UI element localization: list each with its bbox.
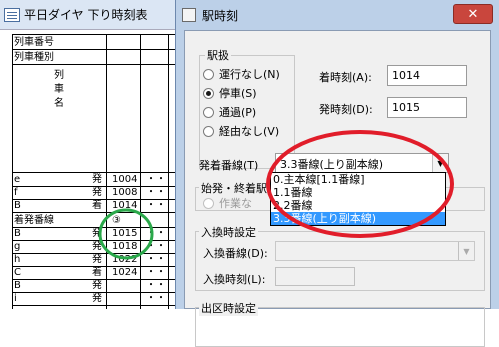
dots-cell: ・・ [146, 293, 166, 304]
kind-cell: 発 [92, 254, 102, 265]
radio-no-work[interactable]: 作業な [203, 195, 252, 211]
time-cell: 1014 [112, 200, 138, 211]
time-cell: ③ [112, 215, 121, 226]
timetable-title: 平日ダイヤ 下り時刻表 [24, 8, 148, 22]
dots-cell: ・・ [146, 174, 166, 185]
row-divider [12, 186, 200, 187]
track-select[interactable]: 3.3番線(上り副本線) ▼ [275, 153, 449, 173]
station-cell: f [14, 187, 18, 198]
station-cell: C [14, 267, 21, 278]
train-name-label-2: 車 [54, 84, 64, 95]
radio-dot-icon [203, 125, 214, 137]
radio-pass[interactable]: 通過(P) [203, 104, 256, 120]
timetable-titlebar: 平日ダイヤ 下り時刻表 [0, 0, 200, 30]
transfer-track-label: 入換番線(D): [203, 247, 268, 260]
depot-label: 出区時設定 [199, 300, 258, 316]
kind-cell: 発 [92, 280, 102, 291]
radio-dot-icon [203, 197, 214, 209]
station-cell: 着発番線 [14, 215, 54, 226]
time-cell: 1015 [112, 228, 138, 239]
track-option-selected[interactable]: 3.3番線(上り副本線) [271, 212, 445, 225]
depart-time-label: 発時刻(D): [319, 103, 373, 116]
radio-dot-icon [203, 87, 214, 99]
time-cell: 1024 [112, 267, 138, 278]
time-cell: 1018 [112, 241, 138, 252]
dialog-titlebar: 駅時刻 [176, 0, 499, 30]
dots-cell: ・・ [146, 241, 166, 252]
dots-cell: ・・ [146, 200, 166, 211]
train-type-header: 列車種別 [14, 52, 54, 63]
dots-cell: ・・ [146, 267, 166, 278]
track-option[interactable]: 1.1番線 [271, 186, 445, 199]
chevron-down-icon[interactable]: ▼ [432, 154, 448, 172]
station-time-dialog: 駅時刻 ✕ 駅扱 運行なし(N) 停車(S) 通過(P) 経由なし(V) 着時刻… [175, 0, 499, 347]
radio-no-service-label: 運行なし(N) [219, 68, 280, 81]
close-button[interactable]: ✕ [453, 4, 493, 24]
kind-cell: 発 [92, 228, 102, 239]
radio-stop-label: 停車(S) [219, 87, 257, 100]
station-cell: B [14, 200, 21, 211]
radio-stop[interactable]: 停車(S) [203, 85, 257, 101]
radio-dot-icon [203, 68, 214, 80]
kind-cell: 発 [92, 174, 102, 185]
time-cell: 1004 [112, 174, 138, 185]
station-cell: B [14, 280, 21, 291]
kind-cell: 発 [92, 241, 102, 252]
depart-time-input[interactable]: 1015 [387, 97, 467, 118]
transfer-label: 入換時設定 [199, 224, 258, 240]
dialog-app-icon [182, 8, 196, 22]
row-divider [12, 279, 200, 280]
row-divider [12, 212, 200, 213]
station-cell: i [14, 293, 17, 304]
row-divider [12, 305, 200, 306]
row-divider [12, 253, 200, 254]
radio-no-work-label: 作業な [219, 197, 252, 210]
radio-no-via-label: 経由なし(V) [219, 125, 280, 138]
timetable-app-icon [4, 7, 20, 22]
train-name-label-1: 列 [54, 70, 64, 81]
time-cell: 1022 [112, 254, 138, 265]
row-divider [12, 266, 200, 267]
row-divider [12, 199, 200, 200]
transfer-track-select[interactable]: ▼ [275, 241, 475, 261]
time-cell: 1008 [112, 187, 138, 198]
track-option[interactable]: 0.主本線[1.1番線] [271, 173, 445, 186]
track-dropdown-list: 0.主本線[1.1番線] 1.1番線 2.2番線 3.3番線(上り副本線) [270, 172, 446, 226]
chevron-down-icon[interactable]: ▼ [458, 242, 474, 260]
train-name-label-3: 名 [54, 98, 64, 109]
timetable-window: 平日ダイヤ 下り時刻表 列車番号 列車種別 列 車 名 e 発 1004 ・・ f 発 10… [0, 0, 200, 309]
kind-cell: 発 [92, 293, 102, 304]
station-cell: B [14, 228, 21, 239]
row-divider [12, 227, 200, 228]
radio-pass-label: 通過(P) [219, 106, 257, 119]
origin-label: 始発・終着駅 [199, 180, 269, 196]
ekiatsukai-label: 駅扱 [205, 47, 231, 63]
kind-cell: 着 [92, 267, 102, 278]
row-divider [12, 292, 200, 293]
dialog-title: 駅時刻 [202, 8, 239, 23]
dots-cell: ・・ [146, 187, 166, 198]
track-select-value: 3.3番線(上り副本線) [280, 158, 384, 171]
station-cell: h [14, 254, 21, 265]
radio-no-via[interactable]: 経由なし(V) [203, 123, 279, 139]
arrive-time-label: 着時刻(A): [319, 71, 372, 84]
kind-cell: 発 [92, 187, 102, 198]
radio-no-service[interactable]: 運行なし(N) [203, 66, 280, 82]
dots-cell: ・・ [146, 228, 166, 239]
transfer-time-input[interactable] [275, 267, 355, 286]
kind-cell: 着 [92, 200, 102, 211]
radio-dot-icon [203, 106, 214, 118]
track-option[interactable]: 2.2番線 [271, 199, 445, 212]
station-cell: g [14, 241, 21, 252]
row-divider [12, 240, 200, 241]
station-cell: e [14, 174, 21, 185]
track-label: 発着番線(T) [199, 159, 259, 172]
train-number-header: 列車番号 [14, 37, 54, 48]
dialog-client: 駅扱 運行なし(N) 停車(S) 通過(P) 経由なし(V) 着時刻(A): 1… [184, 30, 491, 347]
dots-cell: ・・ [146, 254, 166, 265]
arrive-time-input[interactable]: 1014 [387, 65, 467, 86]
transfer-time-label: 入換時刻(L): [203, 273, 266, 286]
dots-cell: ・・ [146, 280, 166, 291]
